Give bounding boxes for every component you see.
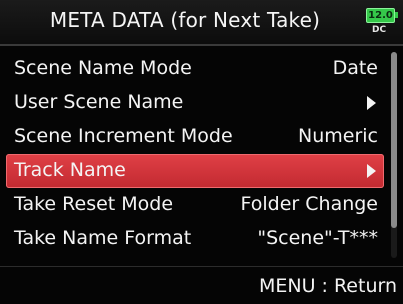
footer-divider [0,266,403,267]
menu-item-scene-name-mode[interactable]: Scene Name Mode Date [6,52,384,86]
menu-item-track-name[interactable]: Track Name [6,154,384,188]
menu-item-label: Scene Increment Mode [14,125,233,147]
battery-tip [395,12,398,18]
arrow-right-icon [367,96,376,110]
menu-item-label: Scene Name Mode [14,57,192,79]
header-bar: META DATA (for Next Take) 12.0 DC [0,0,403,46]
menu-return-hint: MENU : Return [258,275,397,297]
menu-item-label: Take Reset Mode [14,193,174,215]
menu-item-user-scene-name[interactable]: User Scene Name [6,86,384,120]
footer-bar: MENU : Return [0,266,403,304]
battery-level: 12.0 [366,8,395,23]
menu-item-value: Folder Change [240,193,379,215]
menu-item-label: Track Name [14,159,126,181]
power-source-label: DC [372,25,387,35]
menu-list: Scene Name Mode Date User Scene Name Sce… [0,52,388,256]
menu-item-value: Date [332,57,378,79]
menu-item-label: Take Name Format [14,227,192,249]
menu-item-take-reset-mode[interactable]: Take Reset Mode Folder Change [6,188,384,222]
scrollbar[interactable] [391,52,397,258]
menu-item-label: User Scene Name [14,91,184,113]
arrow-right-icon [367,164,376,178]
menu-item-value: Numeric [298,125,378,147]
scrollbar-thumb[interactable] [391,52,397,228]
page-title: META DATA (for Next Take) [49,8,321,32]
menu-item-scene-increment-mode[interactable]: Scene Increment Mode Numeric [6,120,384,154]
meta-data-screen: META DATA (for Next Take) 12.0 DC Scene … [0,0,403,304]
menu-item-value: "Scene"-T*** [257,227,378,249]
menu-item-take-name-format[interactable]: Take Name Format "Scene"-T*** [6,222,384,256]
battery-icon: 12.0 DC [366,6,400,40]
